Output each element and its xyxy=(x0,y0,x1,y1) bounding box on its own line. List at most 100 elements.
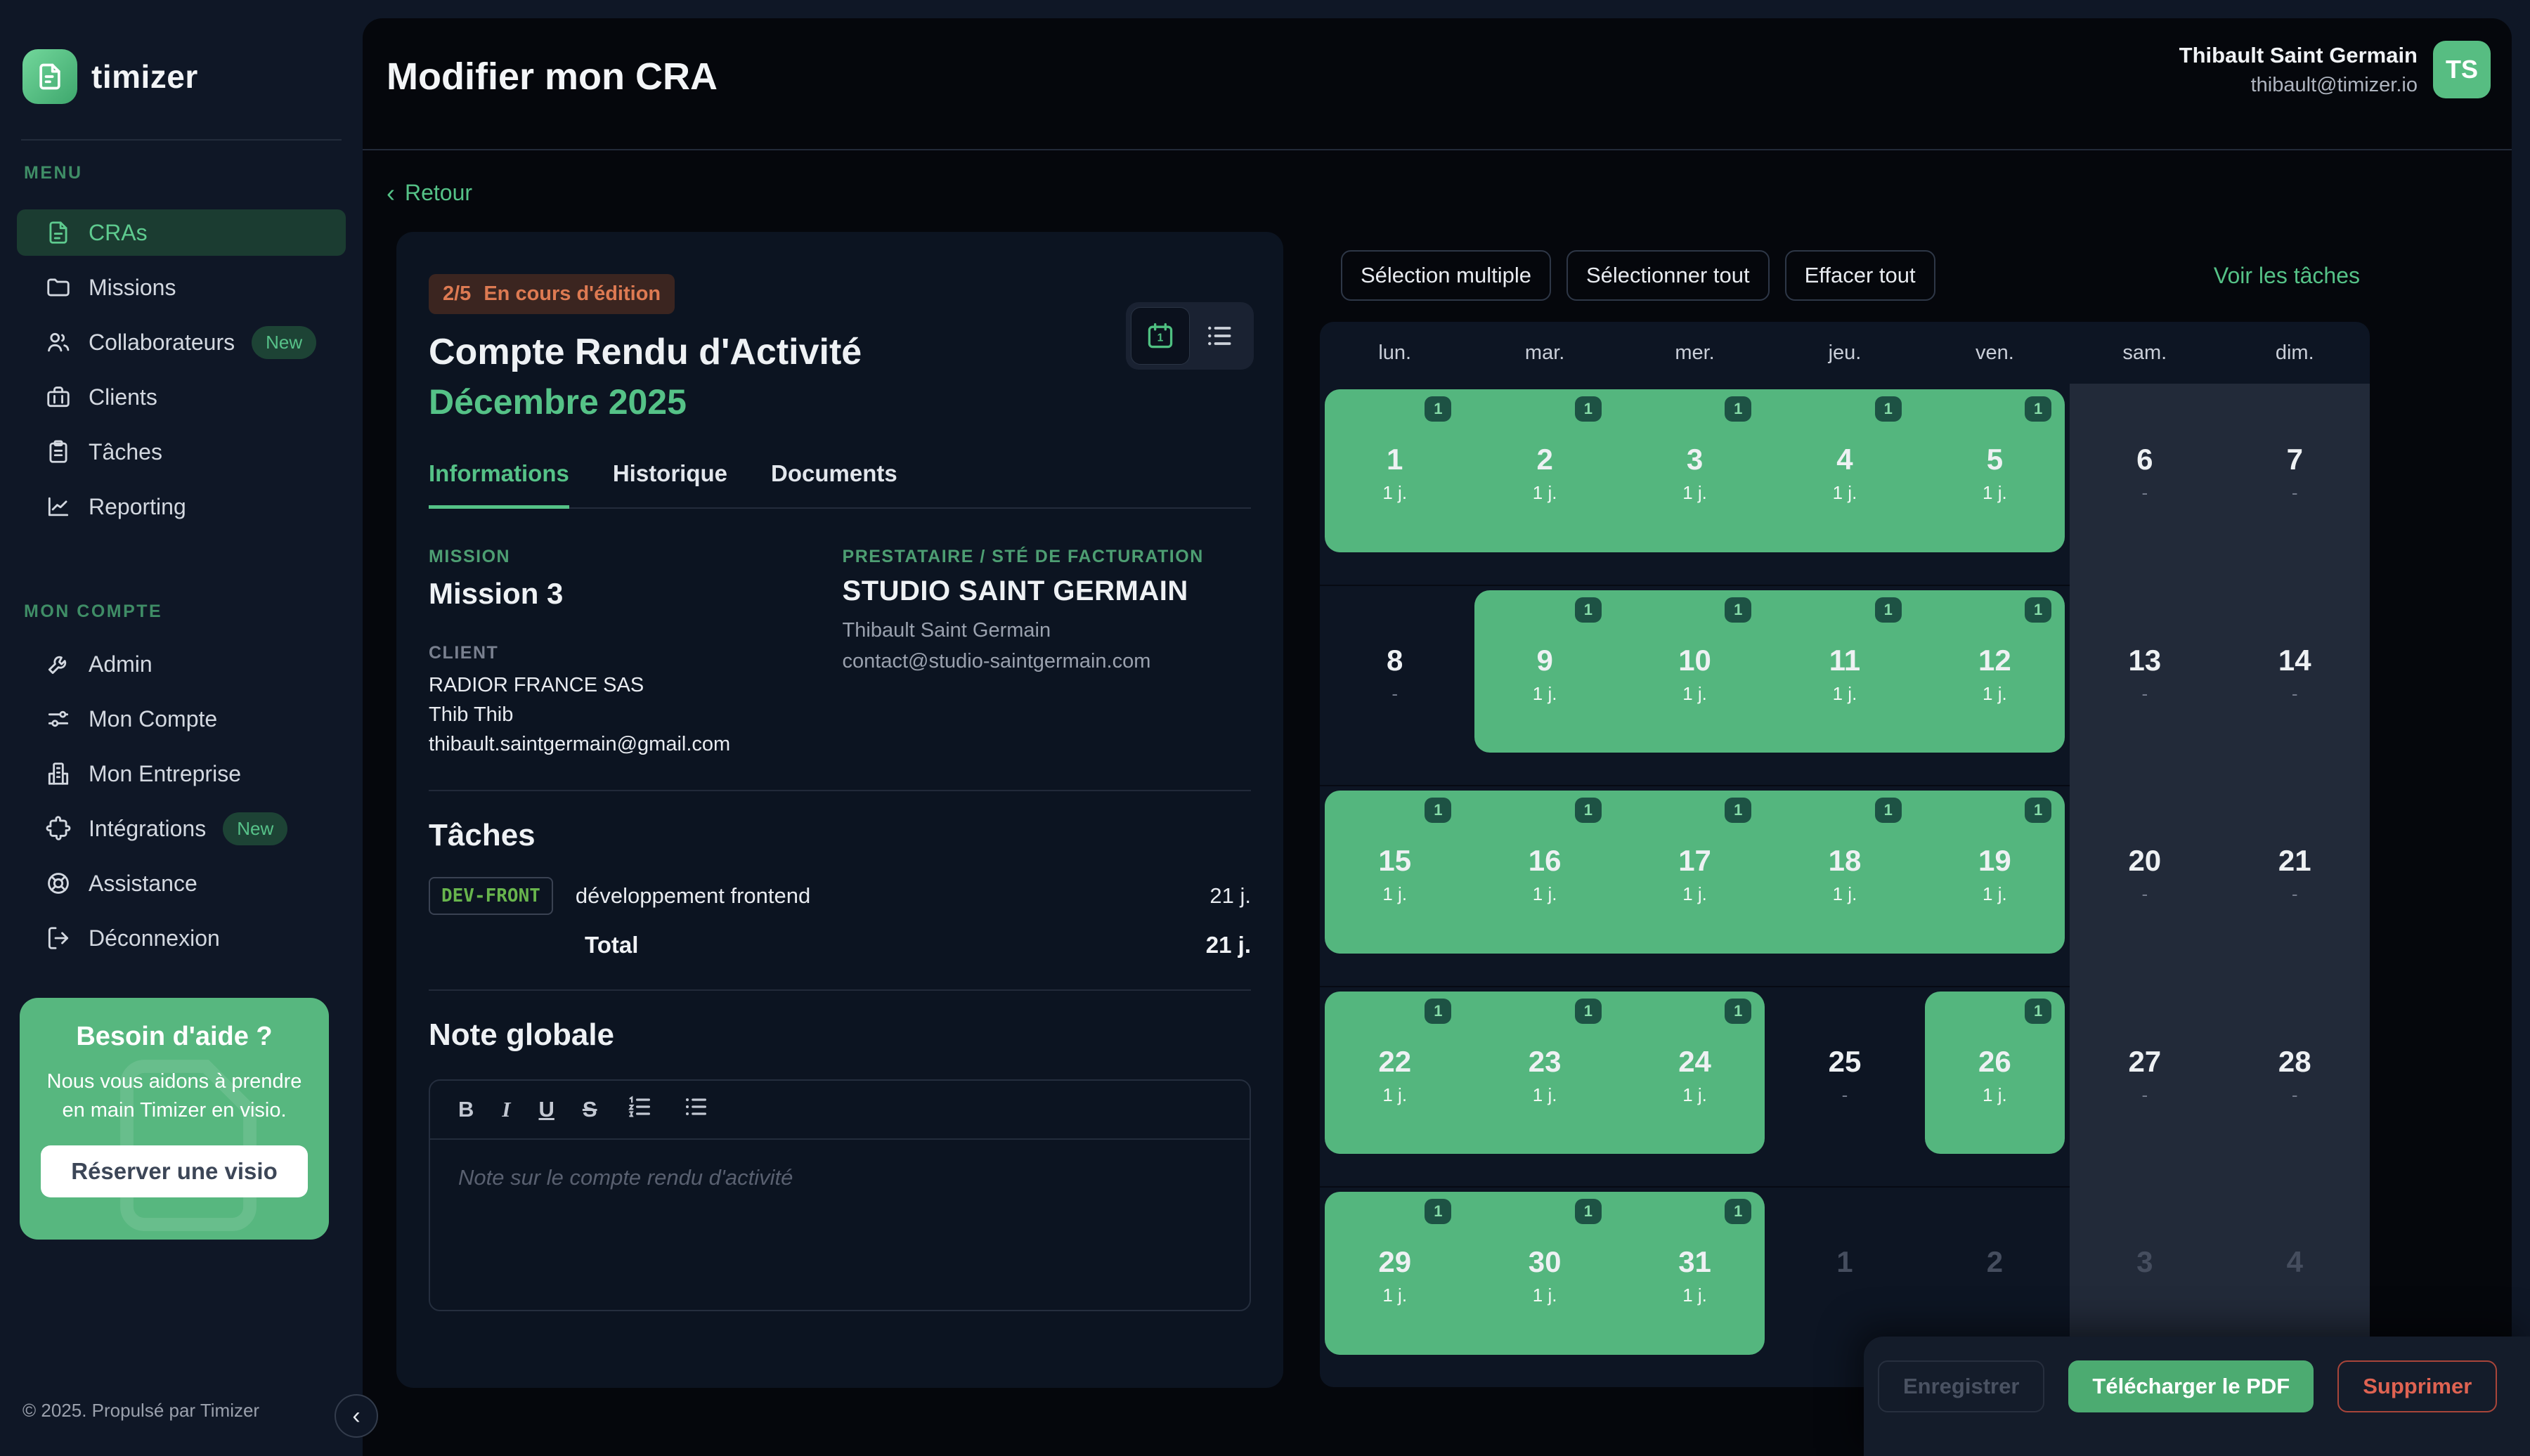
calendar-day-cell[interactable]: 151 j. xyxy=(1920,384,2070,585)
sidebar-item-deconnexion[interactable]: Déconnexion xyxy=(17,915,346,961)
effacer-tout-button[interactable]: Effacer tout xyxy=(1785,250,1935,301)
calendar-day-cell[interactable]: 1161 j. xyxy=(1470,785,1619,986)
view-tasks-link[interactable]: Voir les tâches xyxy=(2214,263,2360,289)
calendar-day-cell[interactable]: 20- xyxy=(2070,785,2219,986)
calendar-day-cell[interactable]: 1241 j. xyxy=(1620,986,1770,1187)
day-value: 1 j. xyxy=(1620,482,1770,504)
calendar-day-cell[interactable]: 1121 j. xyxy=(1920,585,2070,786)
client-label: CLIENT xyxy=(429,643,815,663)
sidebar-item-mon-compte[interactable]: Mon Compte xyxy=(17,696,346,742)
calendar-day-cell[interactable]: 7- xyxy=(2220,384,2370,585)
list-view-button[interactable] xyxy=(1190,307,1249,365)
calendar-day-cell[interactable]: 191 j. xyxy=(1470,585,1619,786)
day-header: mar. xyxy=(1470,322,1619,384)
week-row: 111 j.121 j.131 j.141 j.151 j.6-7- xyxy=(1320,384,2370,585)
mission-name: Mission 3 xyxy=(429,577,815,611)
calendar-day-cell[interactable]: 1111 j. xyxy=(1770,585,1919,786)
task-count-badge: 1 xyxy=(1425,798,1451,823)
sidebar-item-mon-entreprise[interactable]: Mon Entreprise xyxy=(17,750,346,797)
calendar-day-cell[interactable]: 13- xyxy=(2070,585,2219,786)
day-number: 7 xyxy=(2220,443,2370,476)
day-value: 1 j. xyxy=(1920,683,2070,705)
calendar-day-cell[interactable]: 1261 j. xyxy=(1920,986,2070,1187)
task-count-badge: 1 xyxy=(1875,798,1902,823)
calendar-day-cell[interactable]: 1311 j. xyxy=(1620,1186,1770,1387)
task-count-badge: 1 xyxy=(1875,597,1902,623)
save-button[interactable]: Enregistrer xyxy=(1878,1360,2044,1412)
ordered-list-button[interactable] xyxy=(625,1093,654,1126)
calendar-day-cell[interactable]: 131 j. xyxy=(1620,384,1770,585)
tab-informations[interactable]: Informations xyxy=(429,460,569,509)
day-number: 26 xyxy=(1920,1045,2070,1079)
day-value: - xyxy=(2220,883,2370,905)
selectionner-tout-button[interactable]: Sélectionner tout xyxy=(1566,250,1770,301)
calendar-day-cell[interactable]: 8- xyxy=(1320,585,1470,786)
sidebar-item-collaborateurs[interactable]: CollaborateursNew xyxy=(17,319,346,365)
sidebar-collapse-button[interactable]: ‹ xyxy=(335,1394,378,1438)
day-value: 1 j. xyxy=(1920,482,2070,504)
calendar-day-cell[interactable]: 1151 j. xyxy=(1320,785,1470,986)
building-icon xyxy=(45,760,72,787)
download-pdf-button[interactable]: Télécharger le PDF xyxy=(2068,1360,2314,1412)
sidebar-item-missions[interactable]: Missions xyxy=(17,264,346,311)
calendar-day-cell[interactable]: 1301 j. xyxy=(1470,1186,1619,1387)
info-grid: MISSION Mission 3 CLIENT RADIOR FRANCE S… xyxy=(429,547,1251,759)
calendar-day-cell[interactable]: 121 j. xyxy=(1470,384,1619,585)
back-link[interactable]: ‹ Retour xyxy=(387,180,472,206)
calendar-day-cell[interactable]: 141 j. xyxy=(1770,384,1919,585)
italic-button[interactable]: I xyxy=(502,1097,510,1122)
sidebar-item-integrations[interactable]: IntégrationsNew xyxy=(17,805,346,852)
task-count-badge: 1 xyxy=(1575,798,1602,823)
provider-line: Thibault Saint Germain xyxy=(843,616,1251,646)
calendar-region: Sélection multiple Sélectionner tout Effac… xyxy=(1317,232,2371,1388)
sidebar-item-reporting[interactable]: Reporting xyxy=(17,483,346,530)
selection-multiple-button[interactable]: Sélection multiple xyxy=(1341,250,1551,301)
sidebar-item-label: Clients xyxy=(89,384,157,410)
sidebar-item-label: Admin xyxy=(89,651,153,677)
day-header: sam. xyxy=(2070,322,2219,384)
task-count-badge: 1 xyxy=(1575,999,1602,1024)
day-number: 27 xyxy=(2070,1045,2219,1079)
user-block[interactable]: Thibault Saint Germain thibault@timizer.… xyxy=(2179,41,2491,98)
calendar-day-cell[interactable]: 6- xyxy=(2070,384,2219,585)
avatar[interactable]: TS xyxy=(2433,41,2491,98)
note-input[interactable]: Note sur le compte rendu d'activité xyxy=(430,1140,1250,1216)
brand-name: timizer xyxy=(91,58,198,96)
calendar-day-cell[interactable]: 14- xyxy=(2220,585,2370,786)
sidebar-item-taches[interactable]: Tâches xyxy=(17,429,346,475)
delete-button[interactable]: Supprimer xyxy=(2337,1360,2497,1412)
calendar-day-cell[interactable]: 25- xyxy=(1770,986,1919,1187)
clipboard-icon xyxy=(45,438,72,465)
day-number: 13 xyxy=(2070,644,2219,677)
day-value: 1 j. xyxy=(1770,883,1919,905)
underline-button[interactable]: U xyxy=(538,1097,554,1122)
calendar-day-cell[interactable]: 1291 j. xyxy=(1320,1186,1470,1387)
book-call-button[interactable]: Réserver une visio xyxy=(41,1145,308,1197)
total-label: Total xyxy=(585,932,638,958)
new-badge: New xyxy=(223,812,287,845)
calendar-day-cell[interactable]: 28- xyxy=(2220,986,2370,1187)
calendar-day-cell[interactable]: 1231 j. xyxy=(1470,986,1619,1187)
strikethrough-button[interactable]: S xyxy=(583,1097,597,1122)
sidebar-item-cras[interactable]: CRAs xyxy=(17,209,346,256)
day-header: jeu. xyxy=(1770,322,1919,384)
tab-historique[interactable]: Historique xyxy=(613,460,727,509)
sidebar-item-assistance[interactable]: Assistance xyxy=(17,860,346,906)
calendar-day-cell[interactable]: 111 j. xyxy=(1320,384,1470,585)
calendar-day-cell[interactable]: 1191 j. xyxy=(1920,785,2070,986)
sidebar-item-admin[interactable]: Admin xyxy=(17,641,346,687)
calendar-view-button[interactable]: 1 xyxy=(1131,307,1190,365)
file-text-icon xyxy=(45,219,72,246)
day-value: - xyxy=(1770,1084,1919,1106)
calendar-day-cell[interactable]: 1171 j. xyxy=(1620,785,1770,986)
calendar-day-cell[interactable]: 21- xyxy=(2220,785,2370,986)
tab-documents[interactable]: Documents xyxy=(771,460,897,509)
bold-button[interactable]: B xyxy=(458,1097,474,1122)
sidebar-item-clients[interactable]: Clients xyxy=(17,374,346,420)
calendar-day-cell[interactable]: 1181 j. xyxy=(1770,785,1919,986)
bullet-list-button[interactable] xyxy=(682,1093,710,1126)
calendar-day-cell[interactable]: 27- xyxy=(2070,986,2219,1187)
calendar-day-cell[interactable]: 1221 j. xyxy=(1320,986,1470,1187)
calendar-day-cell[interactable]: 1101 j. xyxy=(1620,585,1770,786)
day-number: 6 xyxy=(2070,443,2219,476)
